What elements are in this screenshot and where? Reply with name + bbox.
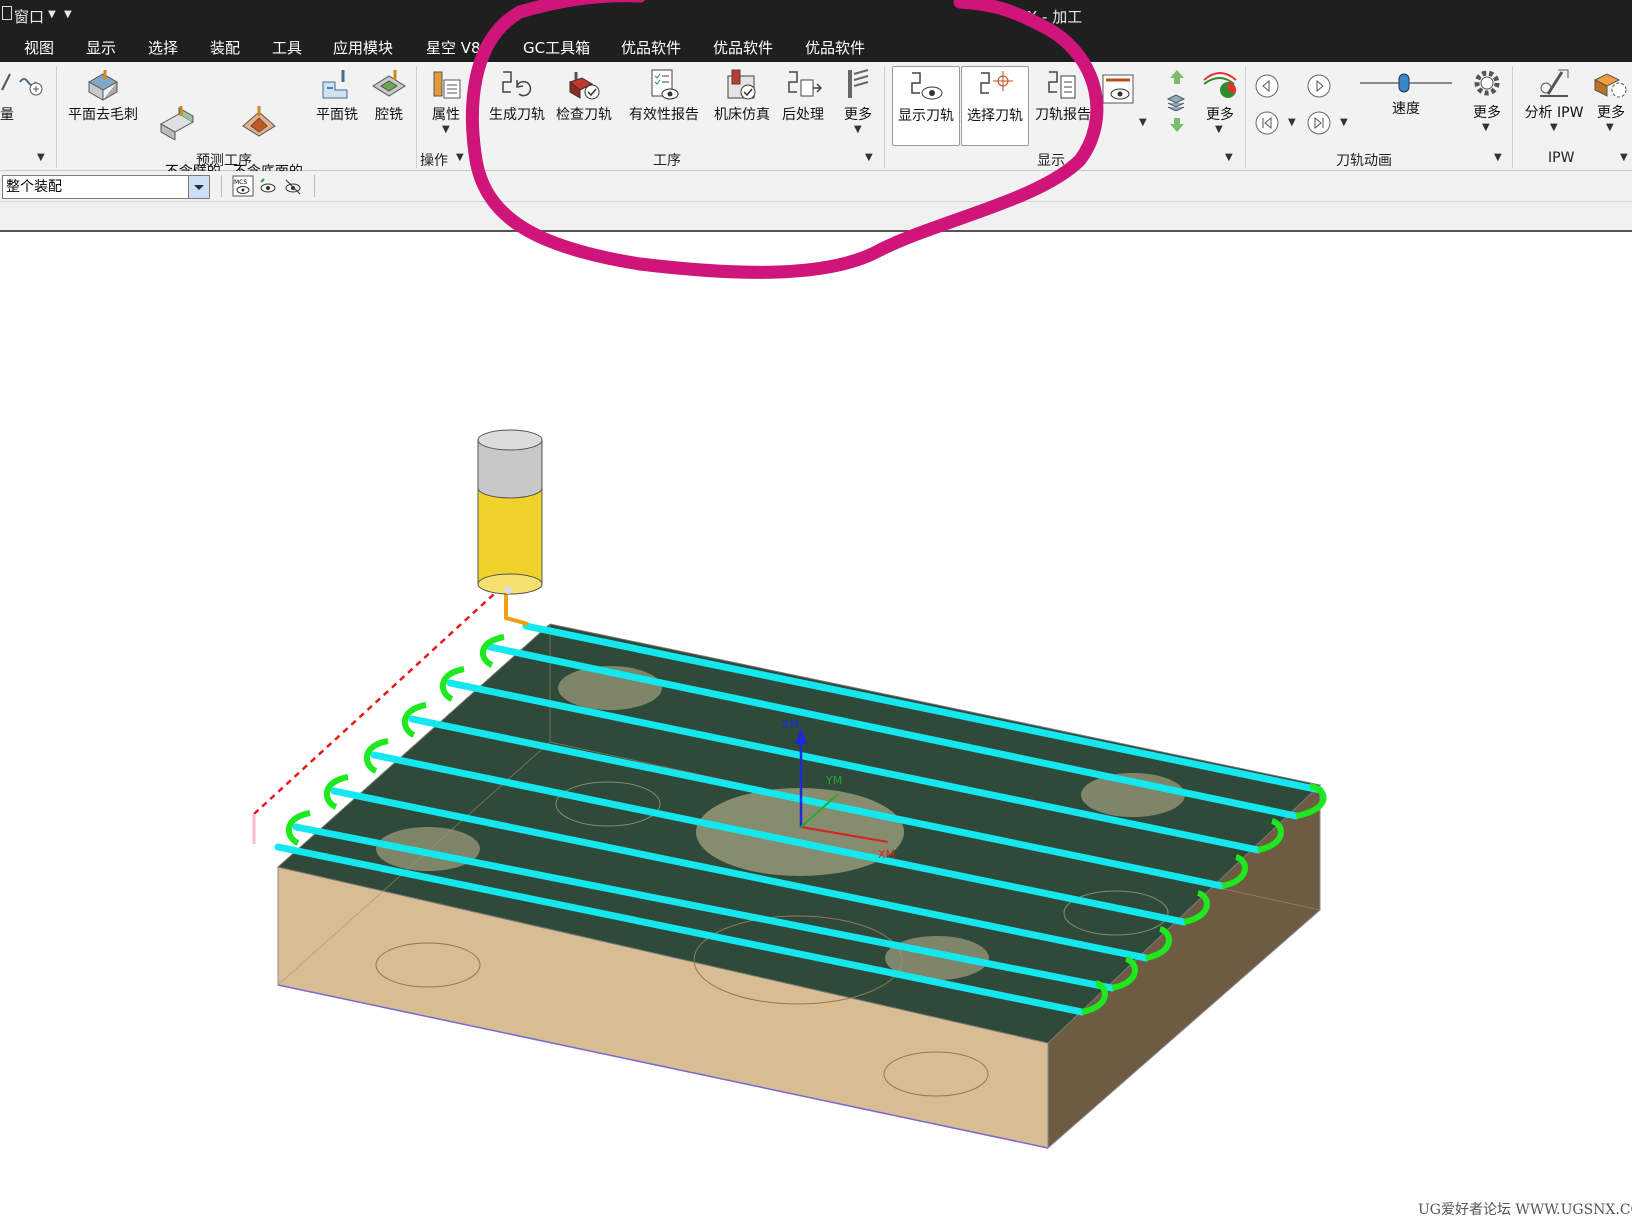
graphics-window[interactable]: ZM YM XM — [0, 232, 1632, 1221]
ym-axis-label: YM — [825, 774, 842, 787]
cutting-tool — [477, 429, 543, 595]
tool-tip-point — [504, 586, 512, 594]
zm-axis-label: ZM — [782, 718, 799, 731]
annotation-stroke — [465, 0, 1104, 279]
annotation-stroke — [513, 0, 646, 19]
watermark: UG爱好者论坛 WWW.UGSNX.COM — [1418, 1202, 1632, 1218]
xm-axis-label: XM — [878, 848, 895, 861]
tool-holder-top — [477, 429, 543, 451]
annotation-circle — [465, 0, 1104, 279]
engage-move — [504, 594, 529, 626]
model-canvas[interactable]: ZM YM XM — [0, 232, 1632, 1221]
